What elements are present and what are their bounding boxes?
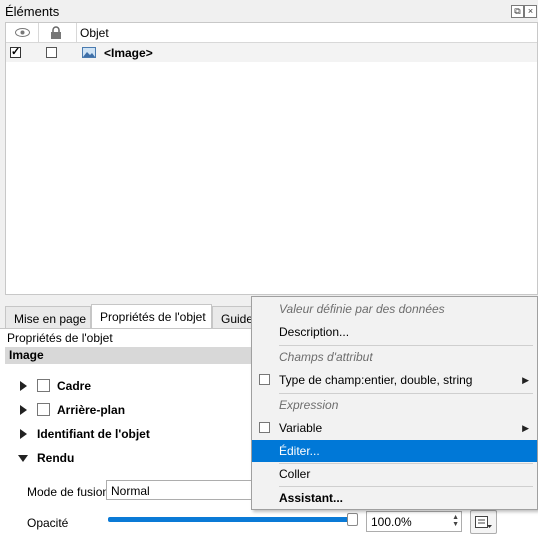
data-defined-icon [475,516,492,528]
menu-header-data-defined: Valeur définie par des données [279,302,445,316]
expand-arrow-icon[interactable] [20,405,27,415]
collapse-arrow-icon[interactable] [18,455,28,462]
tab-layout-label: Mise en page [14,312,87,326]
section-header-image: Image [5,347,255,364]
blend-mode-label: Mode de fusion [27,485,110,499]
group-background-label: Arrière-plan [57,403,126,417]
field-type-checkbox[interactable] [259,374,270,385]
lock-column-header[interactable] [39,23,77,42]
tab-layout[interactable]: Mise en page [5,306,91,328]
menu-item-paste[interactable]: Coller [252,463,537,485]
data-defined-override-button[interactable] [470,510,497,534]
visibility-column-header[interactable] [6,23,39,42]
opacity-spinbox[interactable]: 100.0% ▲ ▼ [366,511,462,532]
panel-title: Propriétés de l'objet [7,331,113,345]
frame-checkbox[interactable] [37,379,50,392]
data-defined-context-menu: Valeur définie par des données Descripti… [251,296,538,510]
menu-header-expression: Expression [279,398,339,412]
image-item-label: <Image> [104,46,153,60]
eye-icon [15,28,30,37]
group-item-id-label: Identifiant de l'objet [37,427,150,441]
tab-item-properties[interactable]: Propriétés de l'objet [91,304,212,329]
opacity-slider-track[interactable] [108,517,356,522]
elements-dock-titlebar: Éléments ⧉ × [0,0,538,22]
group-rendering-label: Rendu [37,451,75,465]
submenu-arrow-icon: ▶ [522,423,529,433]
dock-title: Éléments [5,4,60,19]
lock-checkbox[interactable] [46,47,57,58]
close-icon[interactable]: × [524,5,537,18]
blend-mode-select[interactable]: Normal [106,480,256,500]
variable-checkbox[interactable] [259,422,270,433]
background-checkbox[interactable] [37,403,50,416]
tree-header: Objet [6,23,537,43]
elements-tree[interactable]: Objet <Image> [5,22,538,295]
tab-item-properties-label: Propriétés de l'objet [100,310,206,324]
opacity-value: 100.0% [371,515,412,529]
menu-item-field-type[interactable]: Type de champ:entier, double, string ▶ [252,369,537,391]
float-dock-icon[interactable]: ⧉ [511,5,524,18]
image-item-icon [82,47,96,58]
menu-item-assistant[interactable]: Assistant... [252,487,537,509]
menu-item-edit[interactable]: Éditer... [252,440,537,462]
expand-arrow-icon[interactable] [20,429,27,439]
spin-arrows-icon[interactable]: ▲ ▼ [452,514,459,528]
opacity-slider-handle[interactable] [347,513,358,526]
submenu-arrow-icon: ▶ [522,375,529,385]
menu-header-attribute-fields: Champs d'attribut [279,350,373,364]
lock-icon [51,26,61,39]
tree-row[interactable]: <Image> [6,43,537,62]
menu-item-variable[interactable]: Variable ▶ [252,417,537,439]
blend-mode-value: Normal [111,484,150,498]
menu-item-description[interactable]: Description... [252,321,537,343]
object-column-header[interactable]: Objet [77,23,537,42]
opacity-label: Opacité [27,516,69,530]
visibility-checkbox[interactable] [10,45,21,58]
group-frame-label: Cadre [57,379,92,393]
expand-arrow-icon[interactable] [20,381,27,391]
object-column-label: Objet [80,26,109,40]
